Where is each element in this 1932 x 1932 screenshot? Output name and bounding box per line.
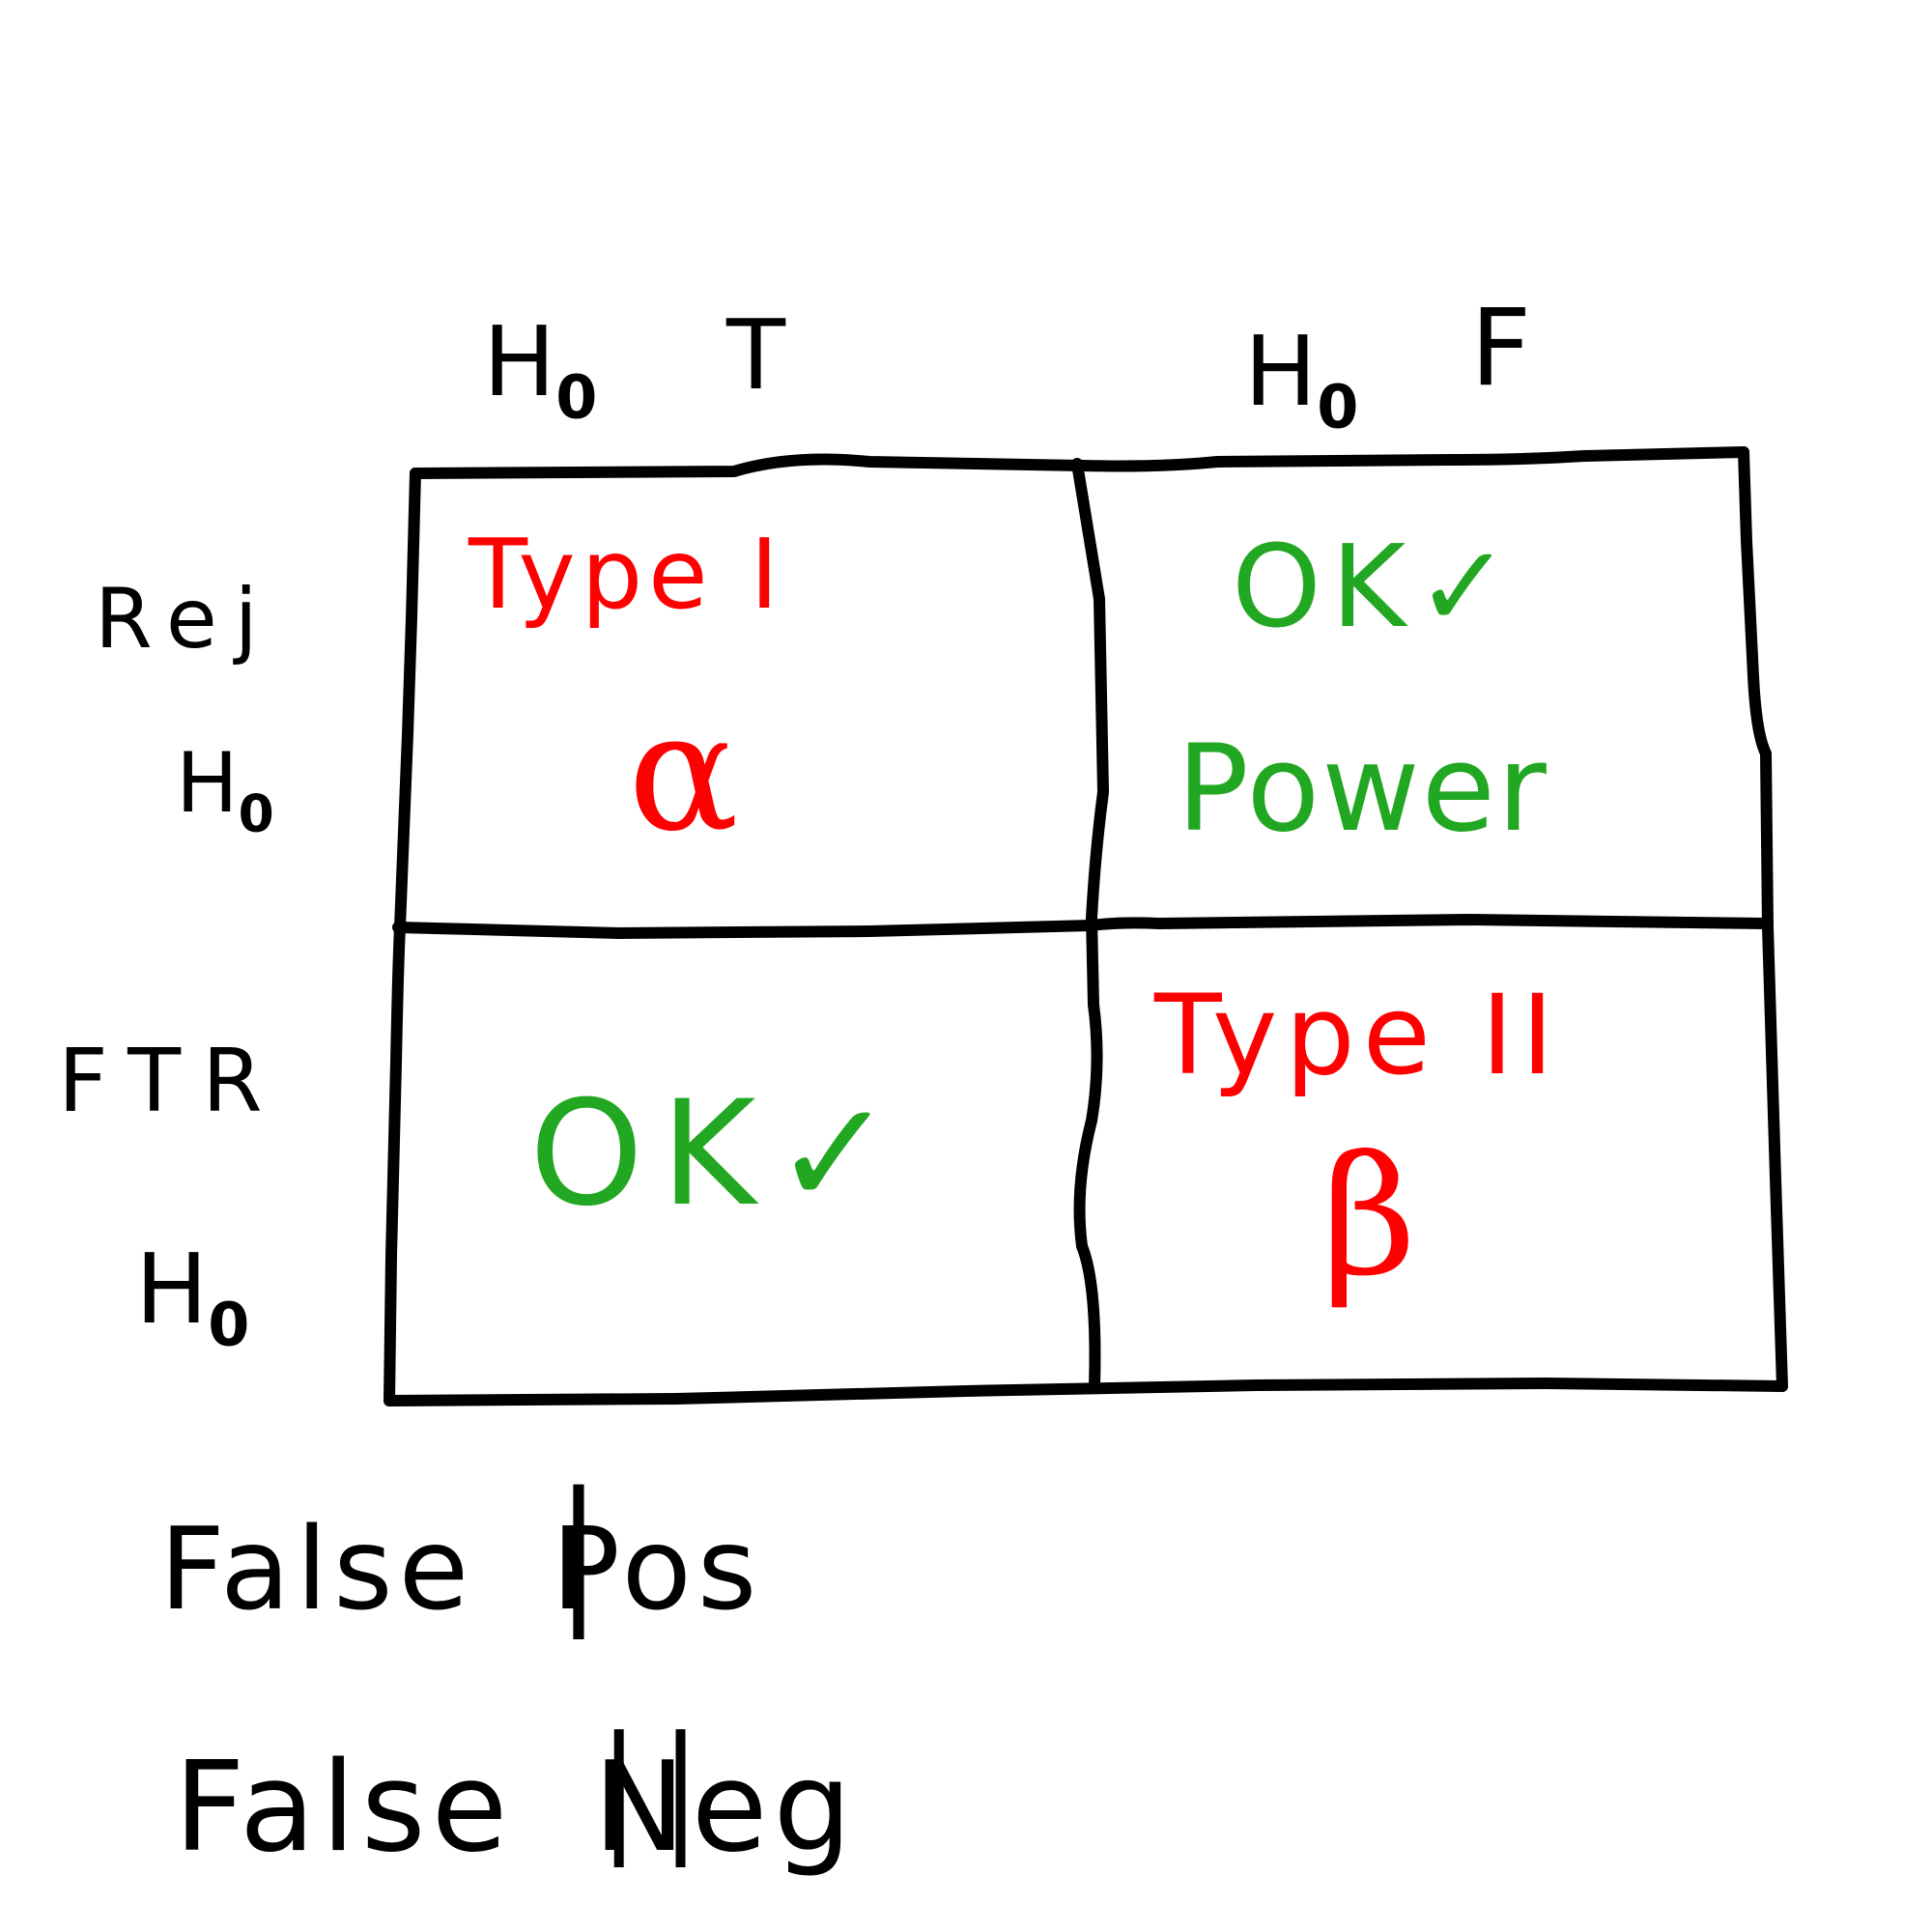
col-header-false-state: F bbox=[1470, 295, 1531, 401]
type1-label: Type I bbox=[469, 518, 784, 631]
row-label-ftr-text: FTR bbox=[58, 1031, 284, 1132]
col-header-h0-true-h: H bbox=[483, 305, 556, 418]
type-errors-diagram: H0 T H0 F Rej H0 FTR H0 Type I α OK✓ Pow… bbox=[0, 0, 1932, 1932]
row-label-reject-h0: H0 bbox=[176, 742, 274, 840]
cell-ftr-false-label: Type II bbox=[1154, 980, 1561, 1091]
row-label-reject-sub: 0 bbox=[238, 783, 274, 844]
power-label: Power bbox=[1177, 720, 1548, 859]
decision-grid bbox=[384, 446, 1788, 1406]
cell-reject-false-label: OK✓ bbox=[1232, 529, 1520, 643]
col-header-h0-false-h: H bbox=[1244, 315, 1318, 428]
note-type2-false-neg: False Neg II bbox=[174, 1708, 858, 1897]
row-label-ftr-sub: 0 bbox=[208, 1289, 250, 1360]
col-header-true-state-text: T bbox=[726, 298, 786, 412]
col-header-h0-true: H0 bbox=[483, 314, 597, 428]
cell-reject-false-power: Power bbox=[1177, 729, 1548, 849]
note-type1-false-pos: False Pos I bbox=[159, 1460, 763, 1672]
col-header-h0-false-sub: 0 bbox=[1317, 371, 1359, 442]
note-type2-prefix: False bbox=[174, 1736, 514, 1880]
col-header-h0-false: H0 bbox=[1244, 324, 1358, 438]
alpha-symbol: α bbox=[628, 677, 739, 868]
note-type2-rest-wrap: Neg II bbox=[591, 1708, 858, 1897]
roman-two-overlay: II bbox=[591, 1692, 715, 1913]
row-label-ftr: FTR bbox=[58, 1038, 284, 1125]
ok-label-top: OK bbox=[1232, 520, 1416, 653]
checkmark-icon: ✓ bbox=[773, 1070, 913, 1238]
col-header-true-state: T bbox=[726, 307, 785, 404]
beta-symbol: β bbox=[1321, 1122, 1417, 1313]
cell-reject-true-label: Type I bbox=[469, 526, 784, 623]
cell-ftr-false-symbol: β bbox=[1321, 1135, 1416, 1299]
row-label-ftr-h: H bbox=[135, 1233, 209, 1346]
type2-label: Type II bbox=[1154, 971, 1562, 1099]
grid-left-border bbox=[384, 468, 421, 1406]
row-label-reject: Rej bbox=[95, 578, 275, 661]
row-label-ftr-h0: H0 bbox=[135, 1241, 249, 1355]
checkmark-icon: ✓ bbox=[1415, 520, 1521, 653]
col-header-false-state-text: F bbox=[1470, 286, 1532, 410]
cell-reject-true-symbol: α bbox=[628, 691, 739, 855]
grid-horizontal-divider bbox=[392, 914, 1773, 939]
row-label-reject-h: H bbox=[176, 735, 239, 832]
note-type1-prefix: False bbox=[159, 1502, 475, 1635]
row-label-reject-text: Rej bbox=[95, 571, 275, 668]
note-type1-rest-wrap: Pos I bbox=[548, 1460, 763, 1672]
col-header-h0-true-sub: 0 bbox=[555, 361, 598, 433]
cell-ftr-true-label: OK✓ bbox=[529, 1082, 912, 1227]
grid-bottom-border bbox=[384, 1378, 1788, 1406]
ok-label-bottom: OK bbox=[529, 1070, 774, 1238]
roman-one-overlay: I bbox=[547, 1442, 616, 1690]
